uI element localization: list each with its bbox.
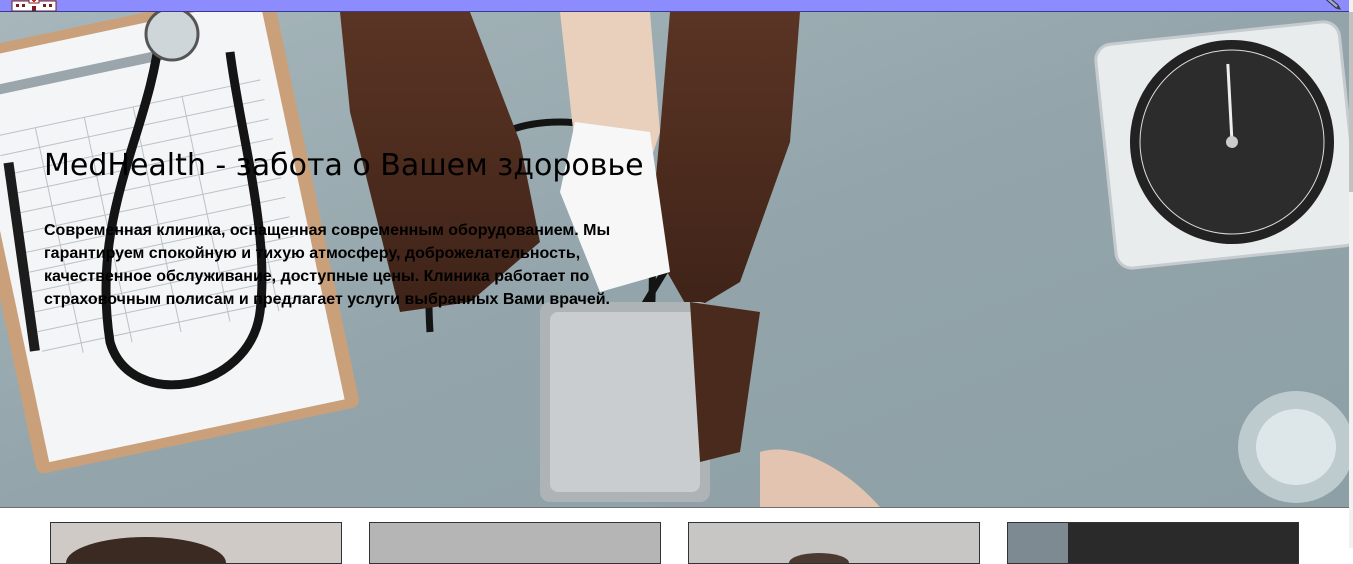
scrollbar-thumb[interactable] (1349, 12, 1353, 192)
doctor-card-2[interactable] (369, 522, 661, 564)
doctor-card-4[interactable] (1007, 522, 1299, 564)
page-scrollbar[interactable] (1349, 0, 1353, 548)
hero-title: MedHealth - забота о Вашем здоровье (44, 148, 644, 183)
doctor-photo-2 (370, 523, 660, 563)
hospital-building-icon[interactable] (9, 0, 59, 11)
doctor-photo-4 (1008, 523, 1298, 563)
doctor-card-1[interactable] (50, 522, 342, 564)
hero-banner: MedHealth - забота о Вашем здоровье Совр… (0, 12, 1349, 507)
doctor-card-3[interactable] (688, 522, 980, 564)
doctor-photo-3 (689, 523, 979, 563)
doctor-cards-row (0, 507, 1349, 564)
hero-description: Современная клиника, оснащенная современ… (44, 222, 611, 308)
pencil-icon[interactable] (1318, 0, 1344, 11)
top-navigation-bar (0, 0, 1349, 12)
doctor-photo-1 (51, 523, 341, 563)
